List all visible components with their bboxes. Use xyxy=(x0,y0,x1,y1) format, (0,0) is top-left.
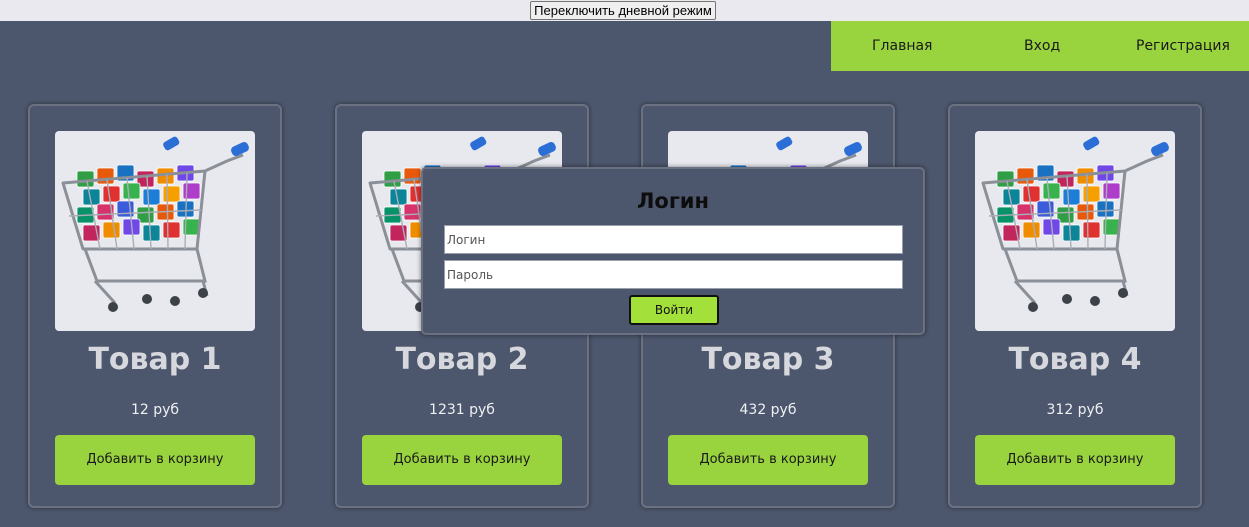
nav-item-home[interactable]: Главная xyxy=(872,21,932,71)
add-to-cart-button[interactable]: Добавить в корзину xyxy=(362,435,562,485)
add-to-cart-button[interactable]: Добавить в корзину xyxy=(55,435,255,485)
product-price: 1231 руб xyxy=(429,402,495,418)
nav-item-register[interactable]: Регистрация xyxy=(1136,21,1230,71)
product-image xyxy=(55,131,255,331)
product-price: 312 руб xyxy=(1046,402,1104,418)
shopping-cart-icon xyxy=(61,136,249,312)
shopping-cart-icon xyxy=(981,136,1169,312)
product-image xyxy=(975,131,1175,331)
product-price: 432 руб xyxy=(739,402,797,418)
product-card: Товар 1 12 руб Добавить в корзину xyxy=(28,104,282,508)
add-to-cart-button[interactable]: Добавить в корзину xyxy=(668,435,868,485)
day-mode-toggle-button[interactable]: Переключить дневной режим xyxy=(530,1,716,20)
nav-item-login[interactable]: Вход xyxy=(1024,21,1060,71)
login-submit-button[interactable]: Войти xyxy=(629,295,719,325)
product-title: Товар 1 xyxy=(88,342,222,377)
login-modal-title: Логин xyxy=(636,189,710,213)
product-card: Товар 4 312 руб Добавить в корзину xyxy=(948,104,1202,508)
product-price: 12 руб xyxy=(130,402,180,418)
main-nav: Главная Вход Регистрация xyxy=(831,21,1249,71)
product-title: Товар 4 xyxy=(1008,342,1142,377)
add-to-cart-button[interactable]: Добавить в корзину xyxy=(975,435,1175,485)
product-title: Товар 3 xyxy=(701,342,835,377)
product-title: Товар 2 xyxy=(395,342,529,377)
login-input[interactable] xyxy=(444,225,903,254)
top-bar: Переключить дневной режим xyxy=(0,0,1249,21)
login-modal: Логин Войти xyxy=(421,167,925,335)
password-input[interactable] xyxy=(444,260,903,289)
